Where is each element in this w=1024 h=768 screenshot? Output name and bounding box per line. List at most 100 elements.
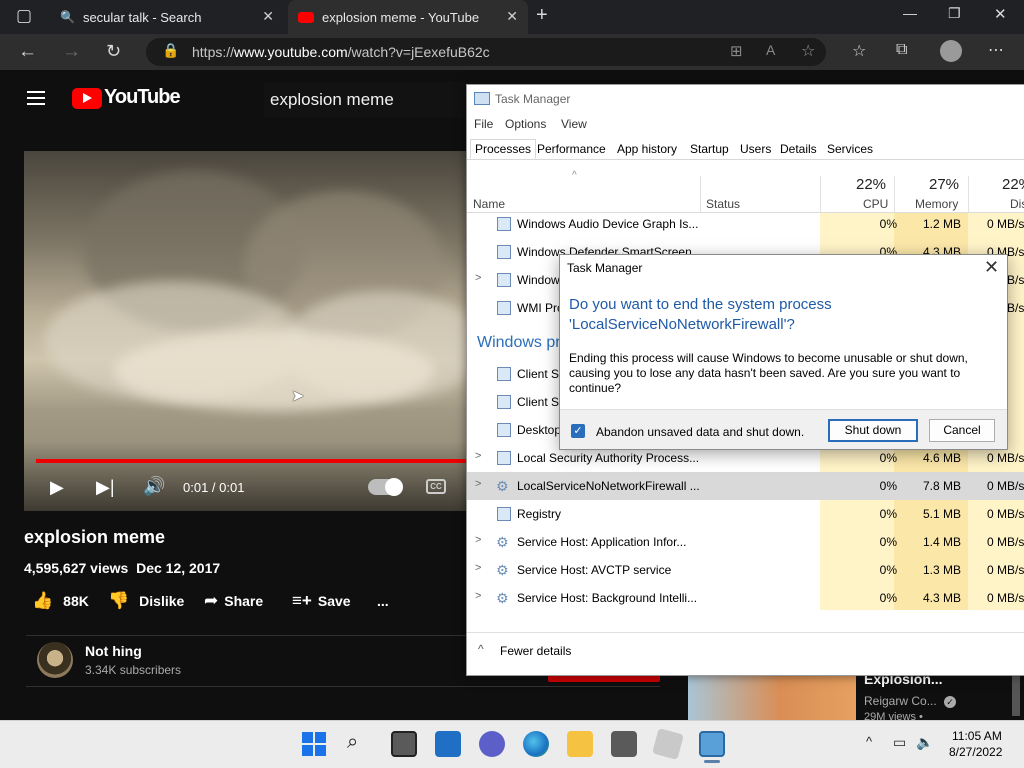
autoplay-toggle[interactable]: [368, 478, 403, 496]
column-memory[interactable]: Memory: [915, 197, 958, 211]
process-memory: 1.2 MB: [922, 217, 961, 231]
tab-app-history[interactable]: App history: [613, 139, 681, 159]
video-player[interactable]: [24, 151, 484, 511]
menu-view[interactable]: View: [561, 117, 587, 131]
tab-startup[interactable]: Startup: [686, 139, 733, 159]
tab-explosion-meme[interactable]: explosion meme - YouTube ✕: [288, 0, 528, 34]
tab-users[interactable]: Users: [736, 139, 775, 159]
column-name[interactable]: Name: [473, 197, 505, 211]
store-icon[interactable]: [611, 731, 637, 757]
youtube-search-input[interactable]: explosion meme: [264, 82, 474, 118]
hamburger-menu-icon[interactable]: [27, 91, 45, 105]
tab-processes[interactable]: Processes: [470, 139, 537, 159]
profile-avatar-icon[interactable]: [940, 40, 962, 62]
taskbar-time[interactable]: 11:05 AM: [952, 729, 1002, 743]
more-actions-button[interactable]: ...: [377, 591, 389, 611]
teams-chat-icon[interactable]: [479, 731, 505, 757]
chevron-up-icon[interactable]: ^: [478, 642, 484, 656]
volume-icon[interactable]: 🔊: [143, 476, 165, 497]
lock-icon[interactable]: 🔒: [162, 42, 179, 59]
search-icon[interactable]: ⌕: [347, 731, 358, 754]
expand-chevron-icon[interactable]: >: [475, 272, 481, 284]
share-button[interactable]: ➦ Share: [204, 591, 263, 611]
menu-options[interactable]: Options: [505, 117, 546, 131]
process-row[interactable]: > ⚙ Service Host: Application Infor... 0…: [467, 528, 1024, 556]
abandon-data-checkbox[interactable]: ✓: [571, 424, 585, 438]
collections-icon[interactable]: ⧉: [896, 41, 907, 59]
file-explorer-icon[interactable]: [567, 731, 593, 757]
widgets-icon[interactable]: [435, 731, 461, 757]
network-icon[interactable]: ▭: [893, 734, 906, 751]
volume-icon[interactable]: 🔈: [916, 734, 933, 751]
back-icon[interactable]: ←: [18, 41, 37, 63]
read-aloud-icon[interactable]: A: [766, 42, 775, 58]
captions-icon[interactable]: CC: [426, 479, 446, 494]
task-manager-taskbar-icon[interactable]: [699, 731, 725, 757]
close-tab-icon[interactable]: ✕: [506, 8, 518, 25]
expand-chevron-icon[interactable]: >: [475, 562, 481, 574]
url-field[interactable]: https://www.youtube.com/watch?v=jEexefuB…: [146, 38, 826, 66]
task-view-icon[interactable]: [391, 731, 417, 757]
save-button[interactable]: ≡+ Save: [292, 591, 351, 611]
new-tab-icon[interactable]: +: [536, 4, 548, 27]
chevron-up-icon[interactable]: ^: [866, 734, 872, 749]
like-button[interactable]: 👍 88K: [32, 591, 89, 611]
dialog-heading: Do you want to end the system process 'L…: [569, 296, 832, 333]
shut-down-button[interactable]: Shut down: [828, 419, 918, 442]
youtube-logo-icon[interactable]: [72, 88, 102, 109]
process-disk: 0 MB/s: [987, 535, 1024, 549]
favorites-icon[interactable]: ☆: [852, 41, 866, 61]
refresh-icon[interactable]: ↻: [106, 41, 121, 62]
tab-title: secular talk - Search: [82, 9, 202, 25]
expand-chevron-icon[interactable]: >: [475, 534, 481, 546]
play-icon[interactable]: ▶: [50, 477, 64, 498]
forward-icon[interactable]: →: [62, 41, 81, 63]
process-row[interactable]: > ⚙ Service Host: AVCTP service 0% 1.3 M…: [467, 556, 1024, 584]
process-name: Service Host: Background Intelli...: [517, 591, 698, 605]
close-tab-icon[interactable]: ✕: [262, 8, 274, 25]
expand-chevron-icon[interactable]: >: [475, 450, 481, 462]
tab-services[interactable]: Services: [823, 139, 877, 159]
video-progress-bar[interactable]: [36, 459, 484, 463]
start-windows-icon[interactable]: [302, 732, 326, 756]
cancel-button[interactable]: Cancel: [929, 419, 995, 442]
restore-icon[interactable]: ❐: [948, 5, 961, 22]
youtube-logo-text: YouTube: [104, 86, 181, 108]
column-cpu[interactable]: CPU: [863, 197, 888, 211]
minimize-icon[interactable]: —: [903, 5, 917, 21]
edge-browser-icon[interactable]: [523, 731, 549, 757]
checkbox-label[interactable]: Abandon unsaved data and shut down.: [596, 425, 804, 439]
related-video-thumbnail[interactable]: [688, 676, 856, 720]
column-disk[interactable]: Disk: [1010, 197, 1024, 211]
tab-actions-icon[interactable]: ▢: [16, 6, 32, 26]
menu-file[interactable]: File: [474, 117, 493, 131]
channel-name[interactable]: Not hing: [85, 643, 142, 659]
process-row[interactable]: Registry 0% 5.1 MB 0 MB/s: [467, 500, 1024, 528]
next-video-icon[interactable]: ▶|: [96, 477, 115, 498]
process-row[interactable]: > ⚙ Service Host: Background Intelli... …: [467, 584, 1024, 612]
process-row-selected[interactable]: > ⚙ LocalServiceNoNetworkFirewall ... 0%…: [467, 472, 1024, 500]
column-separator: [820, 176, 821, 212]
channel-avatar[interactable]: [37, 642, 73, 678]
tab-details[interactable]: Details: [776, 139, 821, 159]
close-window-icon[interactable]: ✕: [994, 5, 1007, 23]
fewer-details-link[interactable]: Fewer details: [500, 644, 571, 658]
app-available-icon[interactable]: ⊞: [730, 42, 743, 60]
tab-performance[interactable]: Performance: [533, 139, 610, 159]
related-channel-name: Reigarw Co...: [864, 694, 937, 708]
process-row[interactable]: Windows Audio Device Graph Is... 0% 1.2 …: [467, 210, 1024, 238]
process-memory: 1.3 MB: [922, 563, 961, 577]
tab-secular-talk[interactable]: 🔍 secular talk - Search ✕: [48, 0, 284, 34]
add-favorite-icon[interactable]: ☆: [801, 41, 815, 61]
page-scrollbar[interactable]: [1012, 672, 1020, 716]
taskbar-date[interactable]: 8/27/2022: [949, 745, 1002, 759]
settings-more-icon[interactable]: ⋯: [988, 40, 1004, 60]
expand-chevron-icon[interactable]: >: [475, 590, 481, 602]
close-icon[interactable]: ✕: [984, 257, 999, 278]
expand-chevron-icon[interactable]: >: [475, 478, 481, 490]
dislike-button[interactable]: 👎 Dislike: [108, 591, 184, 611]
subscribe-button[interactable]: [548, 676, 660, 682]
video-title: explosion meme: [24, 527, 166, 547]
process-cpu: 0%: [879, 451, 897, 465]
column-status[interactable]: Status: [706, 197, 740, 211]
